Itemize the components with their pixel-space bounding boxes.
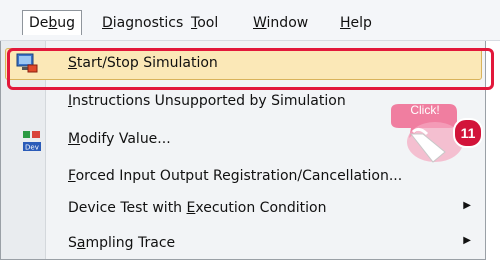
menu-item-device-test[interactable]: Device Test with Execution Condition ▶ xyxy=(1,189,485,225)
menu-debug[interactable]: Debug xyxy=(22,10,83,35)
submenu-arrow-icon: ▶ xyxy=(463,200,471,211)
modify-value-icon: Dev xyxy=(23,131,41,152)
menu-item-sampling-trace[interactable]: Sampling Trace ▶ xyxy=(1,224,485,260)
svg-text:Dev: Dev xyxy=(25,144,39,152)
menu-bar: Debug Diagnostics Tool Window Help xyxy=(0,0,500,41)
menu-tool[interactable]: Tool xyxy=(191,12,218,34)
menu-debug-label: Debug xyxy=(29,15,76,31)
sampling-trace-label: Sampling Trace xyxy=(68,235,176,251)
step-number-badge: 11 xyxy=(453,118,483,148)
submenu-arrow-icon: ▶ xyxy=(463,235,471,246)
menu-diagnostics[interactable]: Diagnostics xyxy=(102,12,183,34)
menu-help[interactable]: Help xyxy=(340,12,372,34)
click-label: Click! xyxy=(410,103,440,117)
menu-window[interactable]: Window xyxy=(253,12,308,34)
highlight-frame xyxy=(7,48,494,90)
device-test-label: Device Test with Execution Condition xyxy=(68,200,327,216)
forced-io-label: Forced Input Output Registration/Cancell… xyxy=(68,168,403,184)
modify-value-label: Modify Value... xyxy=(68,131,171,147)
unsupported-label: Instructions Unsupported by Simulation xyxy=(68,93,346,109)
